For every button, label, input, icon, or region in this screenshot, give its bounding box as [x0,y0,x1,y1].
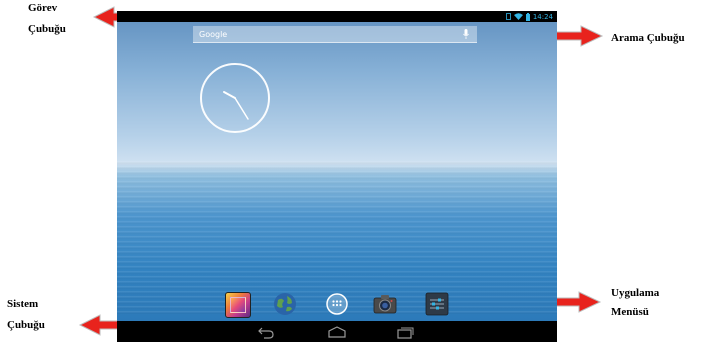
camera-icon[interactable] [373,292,397,316]
app-menu-label: Uygulama Menüsü [611,286,659,320]
google-search-bar[interactable]: Google [193,26,477,43]
browser-globe-icon[interactable] [273,292,297,316]
all-apps-icon[interactable] [325,292,349,316]
status-time: 14:24 [532,12,553,21]
tablet-home-screen: 14:24 Google [117,11,557,342]
sim-icon [505,13,511,20]
app-menu-label-line1: Uygulama [611,287,660,299]
gallery-icon[interactable] [225,292,251,318]
search-input[interactable]: Google [199,30,227,39]
system-bar-label-line2: Çubuğu [7,319,45,331]
task-bar-label-line2: Çubuğu [28,23,66,35]
app-dock [117,289,557,321]
microphone-icon[interactable] [463,29,469,39]
settings-icon[interactable] [425,292,449,316]
system-bar-label-line1: Sistem [7,298,39,310]
back-icon[interactable] [256,325,276,339]
wifi-icon [513,13,523,20]
app-menu-label-line2: Menüsü [611,306,649,318]
analog-clock-widget[interactable] [200,63,270,133]
system-bar-label: Sistem Çubuğu [7,297,45,333]
clock-hands [223,91,249,120]
home-icon[interactable] [327,325,347,339]
status-icons: 14:24 [505,11,553,22]
search-bar-label: Arama Çubuğu [611,32,685,44]
battery-icon [525,12,530,21]
recent-apps-icon[interactable] [395,325,415,339]
task-bar-label-line1: Görev [28,2,58,14]
system-navigation-bar [117,321,557,342]
task-bar-label: Görev Çubuğu [28,1,66,37]
status-bar[interactable]: 14:24 [117,11,557,22]
